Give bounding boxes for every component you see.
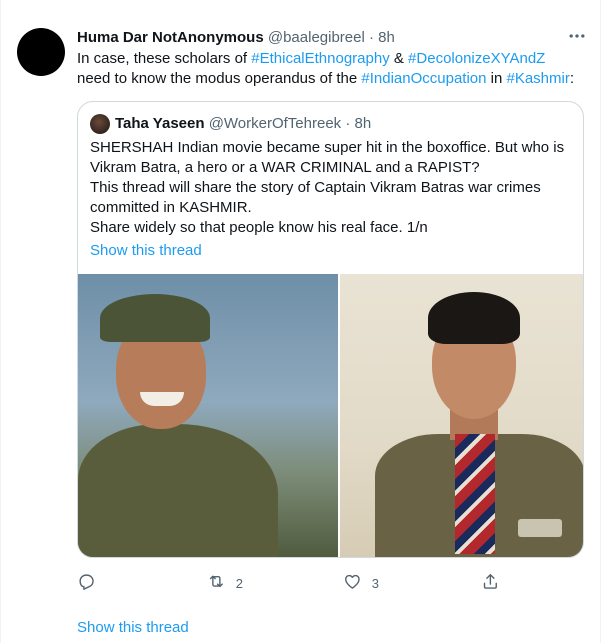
text-segment: in <box>486 70 507 87</box>
quote-text: SHERSHAH Indian movie became super hit i… <box>90 138 570 238</box>
more-icon[interactable] <box>567 26 587 46</box>
share-icon <box>481 572 500 594</box>
quote-media[interactable] <box>78 274 583 557</box>
photo-figure-hair <box>428 292 520 344</box>
photo-figure-body <box>78 424 278 557</box>
separator-dot: · <box>369 29 374 46</box>
author-name[interactable]: Huma Dar NotAnonymous <box>77 29 264 46</box>
quote-author-avatar <box>90 114 110 134</box>
reply-icon <box>77 572 96 594</box>
photo-figure-tie <box>455 434 495 554</box>
author-avatar[interactable] <box>17 28 65 76</box>
separator-dot: · <box>345 115 351 132</box>
tweet-header: Huma Dar NotAnonymous @baalegibreel · 8h <box>77 28 395 48</box>
hashtag-decolonizexyandz[interactable]: #DecolonizeXYAndZ <box>408 50 545 67</box>
hashtag-kashmir[interactable]: #Kashmir <box>506 70 569 87</box>
text-segment: & <box>389 50 409 67</box>
quote-line: Vikram Batra, a hero or a WAR CRIMINAL a… <box>90 159 480 176</box>
like-button[interactable]: 3 <box>343 568 379 598</box>
quote-header: Taha Yaseen @WorkerOfTehreek · 8h <box>90 114 371 134</box>
photo-officer-portrait[interactable] <box>340 274 583 557</box>
quote-author-name: Taha Yaseen <box>115 115 205 132</box>
tweet-actions: 2 3 <box>77 568 507 598</box>
tweet-text: In case, these scholars of #EthicalEthno… <box>77 49 587 89</box>
retweet-count: 2 <box>235 575 243 591</box>
tweet-card[interactable]: Huma Dar NotAnonymous @baalegibreel · 8h… <box>0 0 601 643</box>
photo-soldier-smiling[interactable] <box>78 274 340 557</box>
reply-button[interactable] <box>77 568 96 598</box>
quote-line: Share widely so that people know his rea… <box>90 219 428 236</box>
quote-line: committed in KASHMIR. <box>90 199 252 216</box>
photo-figure-badge <box>518 519 562 537</box>
quoted-tweet[interactable]: Taha Yaseen @WorkerOfTehreek · 8h SHERSH… <box>77 101 584 558</box>
quote-author-handle: @WorkerOfTehreek <box>208 115 342 132</box>
retweet-icon <box>207 572 226 594</box>
quote-show-thread-link[interactable]: Show this thread <box>90 241 202 261</box>
text-segment: : <box>569 70 575 87</box>
share-button[interactable] <box>481 568 500 598</box>
retweet-button[interactable]: 2 <box>207 568 243 598</box>
hashtag-indianoccupation[interactable]: #IndianOccupation <box>361 70 486 87</box>
show-thread-link[interactable]: Show this thread <box>77 618 189 638</box>
photo-figure-cap <box>100 294 210 342</box>
tweet-time[interactable]: 8h <box>378 29 395 46</box>
hashtag-ethicalethnography[interactable]: #EthicalEthnography <box>251 50 389 67</box>
quote-time: 8h <box>354 115 372 132</box>
text-segment: In case, these scholars of <box>77 50 252 67</box>
quote-line: SHERSHAH Indian movie became super hit i… <box>90 139 565 156</box>
quote-line: This thread will share the story of Capt… <box>90 179 541 196</box>
like-count: 3 <box>371 575 379 591</box>
text-segment: need to know the modus operandus of the <box>77 70 362 87</box>
author-handle[interactable]: @baalegibreel <box>268 29 365 46</box>
heart-icon <box>343 572 362 594</box>
